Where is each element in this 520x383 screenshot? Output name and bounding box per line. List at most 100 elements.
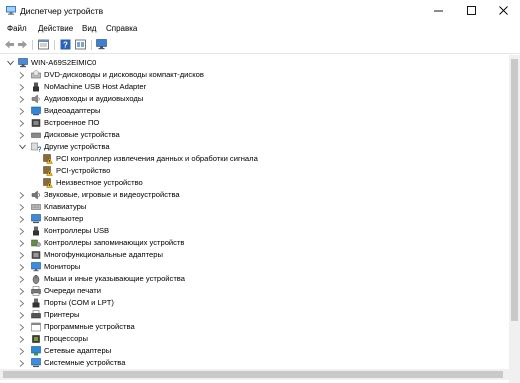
expand-arrow-icon[interactable] xyxy=(18,129,26,141)
collapse-arrow-icon[interactable] xyxy=(18,141,26,153)
tree-item[interactable]: Мониторы xyxy=(0,261,509,273)
tree-item[interactable]: Многофункциональные адаптеры xyxy=(0,249,509,261)
tree-item-label: Мониторы xyxy=(44,262,81,271)
display-adapter-icon xyxy=(31,106,41,116)
tree-item[interactable]: Программные устройства xyxy=(0,321,509,333)
tree-item-label: Системные устройства xyxy=(44,358,126,367)
tree-item-label: Очереди печати xyxy=(44,286,101,295)
warning-device-icon xyxy=(43,166,53,176)
speaker-icon xyxy=(31,94,40,104)
expand-arrow-icon[interactable] xyxy=(18,321,26,333)
menu-help[interactable]: Справка xyxy=(106,24,137,33)
tree-item[interactable]: Видеоадаптеры xyxy=(0,105,509,117)
tree-item-label: Контроллеры запоминающих устройств xyxy=(44,238,185,247)
other-devices-icon: ? xyxy=(31,142,41,152)
vertical-scrollbar-thumb[interactable] xyxy=(511,59,518,321)
expand-arrow-icon[interactable] xyxy=(18,297,26,309)
usb-adapter-icon xyxy=(33,82,39,92)
maximize-button[interactable] xyxy=(455,0,488,22)
back-arrow-icon[interactable] xyxy=(4,39,15,50)
tree-item-label: Компьютер xyxy=(44,214,84,223)
tree-item[interactable]: Системные устройства xyxy=(0,357,509,369)
vertical-scrollbar[interactable] xyxy=(509,55,520,369)
expand-arrow-icon[interactable] xyxy=(18,345,26,357)
window-title: Диспетчер устройств xyxy=(20,6,104,16)
expand-arrow-icon[interactable] xyxy=(18,249,26,261)
horizontal-scrollbar[interactable] xyxy=(0,369,509,380)
tree-item[interactable]: Контроллеры запоминающих устройств xyxy=(0,237,509,249)
tree-item[interactable]: Процессоры xyxy=(0,333,509,345)
expand-arrow-icon[interactable] xyxy=(18,81,26,93)
expand-arrow-icon[interactable] xyxy=(18,273,26,285)
expand-arrow-icon[interactable] xyxy=(18,237,26,249)
expand-arrow-icon[interactable] xyxy=(18,117,26,129)
tree-item[interactable]: Мыши и иные указывающие устройства xyxy=(0,273,509,285)
horizontal-scrollbar-thumb[interactable] xyxy=(3,371,503,378)
expand-arrow-icon[interactable] xyxy=(18,333,26,345)
usb-controller-icon xyxy=(33,226,39,236)
tree-item[interactable]: Дисковые устройства xyxy=(0,129,509,141)
expand-arrow-icon[interactable] xyxy=(18,225,26,237)
tree-item[interactable]: Контроллеры USB xyxy=(0,225,509,237)
expand-arrow-icon[interactable] xyxy=(18,189,26,201)
expand-arrow-icon[interactable] xyxy=(18,93,26,105)
tree-child-item[interactable]: PCI контроллер извлечения данных и обраб… xyxy=(0,153,509,165)
expand-arrow-icon[interactable] xyxy=(18,357,26,369)
tree-item[interactable]: DVD-дисководы и дисководы компакт-дисков xyxy=(0,69,509,81)
tree-item[interactable]: Сетевые адаптеры xyxy=(0,345,509,357)
warning-device-icon xyxy=(43,178,53,188)
monitor-icon[interactable] xyxy=(96,39,107,50)
firmware-icon xyxy=(31,119,41,127)
expand-arrow-icon[interactable] xyxy=(18,261,26,273)
svg-text:?: ? xyxy=(63,41,68,50)
expand-arrow-icon[interactable] xyxy=(18,201,26,213)
close-icon xyxy=(499,6,508,15)
toolbar: ? xyxy=(0,36,520,54)
properties-icon[interactable] xyxy=(38,39,49,50)
tree-item-label: Видеоадаптеры xyxy=(44,106,101,115)
collapse-arrow-icon[interactable] xyxy=(6,57,14,69)
tree-item-label: Неизвестное устройство xyxy=(56,178,143,187)
tree-item[interactable]: NoMachine USB Host Adapter xyxy=(0,81,509,93)
tree-item[interactable]: Принтеры xyxy=(0,309,509,321)
expand-arrow-icon[interactable] xyxy=(18,69,26,81)
tree-item[interactable]: Очереди печати xyxy=(0,285,509,297)
minimize-button[interactable] xyxy=(422,0,455,22)
tree-item[interactable]: ? Другие устройства xyxy=(0,141,509,153)
svg-text:?: ? xyxy=(38,147,42,153)
tree-item[interactable]: Звуковые, игровые и видеоустройства xyxy=(0,189,509,201)
tree-item-label: DVD-дисководы и дисководы компакт-дисков xyxy=(44,70,204,79)
warning-device-icon xyxy=(43,154,53,164)
view-icon[interactable] xyxy=(75,39,86,50)
tree-child-item[interactable]: Неизвестное устройство xyxy=(0,177,509,189)
port-icon xyxy=(32,298,40,308)
tree-item-label: Процессоры xyxy=(44,334,88,343)
minimize-icon xyxy=(434,10,443,12)
tree-item-label: Программные устройства xyxy=(44,322,135,331)
tree-item[interactable]: Компьютер xyxy=(0,213,509,225)
disk-drive-icon xyxy=(31,132,41,138)
tree-item[interactable]: Встроенное ПО xyxy=(0,117,509,129)
menu-file[interactable]: Файл xyxy=(7,24,27,33)
tree-item-label: Аудиовходы и аудиовыходы xyxy=(44,94,144,103)
expand-arrow-icon[interactable] xyxy=(18,309,26,321)
mouse-icon xyxy=(32,275,40,284)
expand-arrow-icon[interactable] xyxy=(18,285,26,297)
forward-arrow-icon[interactable] xyxy=(17,39,28,50)
menu-view[interactable]: Вид xyxy=(82,24,96,33)
keyboard-icon xyxy=(31,204,41,210)
tree-item[interactable]: Порты (COM и LPT) xyxy=(0,297,509,309)
tree-item-label: Принтеры xyxy=(44,310,80,319)
network-adapter-icon xyxy=(31,346,41,356)
software-device-icon xyxy=(31,322,41,332)
help-icon[interactable]: ? xyxy=(60,39,71,50)
tree-item[interactable]: Аудиовходы и аудиовыходы xyxy=(0,93,509,105)
storage-controller-icon xyxy=(31,239,41,247)
expand-arrow-icon[interactable] xyxy=(18,105,26,117)
menu-action[interactable]: Действие xyxy=(38,24,73,33)
tree-root[interactable]: WIN-A69S2EIMIC0 xyxy=(0,57,509,69)
tree-child-item[interactable]: PCI-устройство xyxy=(0,165,509,177)
tree-item[interactable]: Клавиатуры xyxy=(0,201,509,213)
close-button[interactable] xyxy=(487,0,520,22)
expand-arrow-icon[interactable] xyxy=(18,213,26,225)
